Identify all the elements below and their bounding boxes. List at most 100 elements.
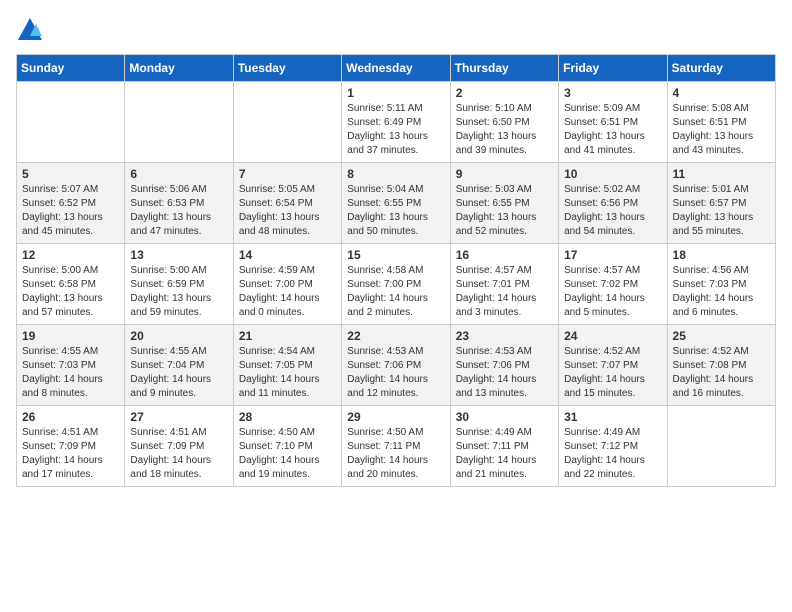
calendar-day-20: 20 Sunrise: 4:55 AM Sunset: 7:04 PM Dayli… xyxy=(125,325,233,406)
day-info: Sunrise: 5:00 AM Sunset: 6:58 PM Dayligh… xyxy=(22,264,119,320)
calendar-day-22: 22 Sunrise: 4:53 AM Sunset: 7:06 PM Dayli… xyxy=(342,325,450,406)
day-number: 5 xyxy=(22,167,119,181)
day-number: 16 xyxy=(456,248,553,262)
day-info: Sunrise: 4:55 AM Sunset: 7:04 PM Dayligh… xyxy=(130,345,227,401)
day-info: Sunrise: 4:53 AM Sunset: 7:06 PM Dayligh… xyxy=(347,345,444,401)
calendar-week-row: 19 Sunrise: 4:55 AM Sunset: 7:03 PM Dayli… xyxy=(17,325,776,406)
calendar-header-sunday: Sunday xyxy=(17,55,125,82)
day-info: Sunrise: 5:01 AM Sunset: 6:57 PM Dayligh… xyxy=(673,183,770,239)
day-info: Sunrise: 5:02 AM Sunset: 6:56 PM Dayligh… xyxy=(564,183,661,239)
day-info: Sunrise: 5:06 AM Sunset: 6:53 PM Dayligh… xyxy=(130,183,227,239)
day-info: Sunrise: 4:56 AM Sunset: 7:03 PM Dayligh… xyxy=(673,264,770,320)
calendar-day-23: 23 Sunrise: 4:53 AM Sunset: 7:06 PM Dayli… xyxy=(450,325,558,406)
calendar-empty-cell xyxy=(667,406,775,487)
day-number: 31 xyxy=(564,410,661,424)
day-number: 9 xyxy=(456,167,553,181)
day-info: Sunrise: 4:55 AM Sunset: 7:03 PM Dayligh… xyxy=(22,345,119,401)
calendar-day-26: 26 Sunrise: 4:51 AM Sunset: 7:09 PM Dayli… xyxy=(17,406,125,487)
day-info: Sunrise: 5:11 AM Sunset: 6:49 PM Dayligh… xyxy=(347,102,444,158)
day-number: 3 xyxy=(564,86,661,100)
calendar-header-thursday: Thursday xyxy=(450,55,558,82)
day-info: Sunrise: 4:53 AM Sunset: 7:06 PM Dayligh… xyxy=(456,345,553,401)
calendar-day-31: 31Sunrise: 4:49 AM Sunset: 7:12 PM Dayli… xyxy=(559,406,667,487)
calendar-empty-cell xyxy=(233,82,341,163)
calendar-day-29: 29 Sunrise: 4:50 AM Sunset: 7:11 PM Dayli… xyxy=(342,406,450,487)
day-info: Sunrise: 5:03 AM Sunset: 6:55 PM Dayligh… xyxy=(456,183,553,239)
calendar-day-17: 17 Sunrise: 4:57 AM Sunset: 7:02 PM Dayli… xyxy=(559,244,667,325)
calendar-empty-cell xyxy=(17,82,125,163)
day-number: 19 xyxy=(22,329,119,343)
day-number: 10 xyxy=(564,167,661,181)
day-info: Sunrise: 4:57 AM Sunset: 7:01 PM Dayligh… xyxy=(456,264,553,320)
day-number: 20 xyxy=(130,329,227,343)
day-info: Sunrise: 4:50 AM Sunset: 7:11 PM Dayligh… xyxy=(347,426,444,482)
calendar-day-4: 4 Sunrise: 5:08 AM Sunset: 6:51 PM Daylig… xyxy=(667,82,775,163)
calendar-day-8: 8 Sunrise: 5:04 AM Sunset: 6:55 PM Daylig… xyxy=(342,163,450,244)
calendar-day-25: 25 Sunrise: 4:52 AM Sunset: 7:08 PM Dayli… xyxy=(667,325,775,406)
calendar-day-5: 5Sunrise: 5:07 AM Sunset: 6:52 PM Daylig… xyxy=(17,163,125,244)
day-number: 14 xyxy=(239,248,336,262)
day-number: 21 xyxy=(239,329,336,343)
calendar-day-19: 19 Sunrise: 4:55 AM Sunset: 7:03 PM Dayli… xyxy=(17,325,125,406)
calendar-day-7: 7Sunrise: 5:05 AM Sunset: 6:54 PM Daylig… xyxy=(233,163,341,244)
day-number: 27 xyxy=(130,410,227,424)
calendar-day-24: 24 Sunrise: 4:52 AM Sunset: 7:07 PM Dayli… xyxy=(559,325,667,406)
calendar-header-tuesday: Tuesday xyxy=(233,55,341,82)
calendar-day-2: 2 Sunrise: 5:10 AM Sunset: 6:50 PM Daylig… xyxy=(450,82,558,163)
day-number: 24 xyxy=(564,329,661,343)
day-info: Sunrise: 5:04 AM Sunset: 6:55 PM Dayligh… xyxy=(347,183,444,239)
day-info: Sunrise: 5:00 AM Sunset: 6:59 PM Dayligh… xyxy=(130,264,227,320)
calendar-header-wednesday: Wednesday xyxy=(342,55,450,82)
calendar-day-14: 14Sunrise: 4:59 AM Sunset: 7:00 PM Dayli… xyxy=(233,244,341,325)
day-number: 6 xyxy=(130,167,227,181)
calendar-table: SundayMondayTuesdayWednesdayThursdayFrid… xyxy=(16,54,776,487)
calendar-header-row: SundayMondayTuesdayWednesdayThursdayFrid… xyxy=(17,55,776,82)
calendar-empty-cell xyxy=(125,82,233,163)
day-info: Sunrise: 4:54 AM Sunset: 7:05 PM Dayligh… xyxy=(239,345,336,401)
day-number: 17 xyxy=(564,248,661,262)
day-info: Sunrise: 4:52 AM Sunset: 7:08 PM Dayligh… xyxy=(673,345,770,401)
calendar-day-21: 21 Sunrise: 4:54 AM Sunset: 7:05 PM Dayli… xyxy=(233,325,341,406)
day-info: Sunrise: 4:51 AM Sunset: 7:09 PM Dayligh… xyxy=(22,426,119,482)
calendar-day-11: 11 Sunrise: 5:01 AM Sunset: 6:57 PM Dayli… xyxy=(667,163,775,244)
day-number: 4 xyxy=(673,86,770,100)
day-info: Sunrise: 4:50 AM Sunset: 7:10 PM Dayligh… xyxy=(239,426,336,482)
calendar-day-16: 16 Sunrise: 4:57 AM Sunset: 7:01 PM Dayli… xyxy=(450,244,558,325)
calendar-day-6: 6 Sunrise: 5:06 AM Sunset: 6:53 PM Daylig… xyxy=(125,163,233,244)
calendar-day-12: 12Sunrise: 5:00 AM Sunset: 6:58 PM Dayli… xyxy=(17,244,125,325)
calendar-day-3: 3 Sunrise: 5:09 AM Sunset: 6:51 PM Daylig… xyxy=(559,82,667,163)
calendar-header-saturday: Saturday xyxy=(667,55,775,82)
day-info: Sunrise: 4:51 AM Sunset: 7:09 PM Dayligh… xyxy=(130,426,227,482)
day-number: 2 xyxy=(456,86,553,100)
day-info: Sunrise: 4:49 AM Sunset: 7:11 PM Dayligh… xyxy=(456,426,553,482)
calendar-day-27: 27 Sunrise: 4:51 AM Sunset: 7:09 PM Dayli… xyxy=(125,406,233,487)
logo-icon xyxy=(16,16,44,44)
day-number: 29 xyxy=(347,410,444,424)
day-info: Sunrise: 4:52 AM Sunset: 7:07 PM Dayligh… xyxy=(564,345,661,401)
day-info: Sunrise: 5:10 AM Sunset: 6:50 PM Dayligh… xyxy=(456,102,553,158)
calendar-day-28: 28Sunrise: 4:50 AM Sunset: 7:10 PM Dayli… xyxy=(233,406,341,487)
day-number: 8 xyxy=(347,167,444,181)
calendar-day-9: 9 Sunrise: 5:03 AM Sunset: 6:55 PM Daylig… xyxy=(450,163,558,244)
calendar-week-row: 12Sunrise: 5:00 AM Sunset: 6:58 PM Dayli… xyxy=(17,244,776,325)
day-number: 18 xyxy=(673,248,770,262)
day-number: 26 xyxy=(22,410,119,424)
day-number: 15 xyxy=(347,248,444,262)
calendar-week-row: 5Sunrise: 5:07 AM Sunset: 6:52 PM Daylig… xyxy=(17,163,776,244)
day-number: 25 xyxy=(673,329,770,343)
day-info: Sunrise: 4:58 AM Sunset: 7:00 PM Dayligh… xyxy=(347,264,444,320)
day-number: 1 xyxy=(347,86,444,100)
day-number: 30 xyxy=(456,410,553,424)
day-number: 13 xyxy=(130,248,227,262)
day-number: 22 xyxy=(347,329,444,343)
day-info: Sunrise: 5:08 AM Sunset: 6:51 PM Dayligh… xyxy=(673,102,770,158)
day-info: Sunrise: 5:09 AM Sunset: 6:51 PM Dayligh… xyxy=(564,102,661,158)
day-number: 7 xyxy=(239,167,336,181)
calendar-week-row: 26 Sunrise: 4:51 AM Sunset: 7:09 PM Dayli… xyxy=(17,406,776,487)
calendar-day-30: 30 Sunrise: 4:49 AM Sunset: 7:11 PM Dayli… xyxy=(450,406,558,487)
day-number: 23 xyxy=(456,329,553,343)
day-number: 11 xyxy=(673,167,770,181)
logo xyxy=(16,16,48,44)
calendar-day-10: 10 Sunrise: 5:02 AM Sunset: 6:56 PM Dayli… xyxy=(559,163,667,244)
day-info: Sunrise: 4:57 AM Sunset: 7:02 PM Dayligh… xyxy=(564,264,661,320)
